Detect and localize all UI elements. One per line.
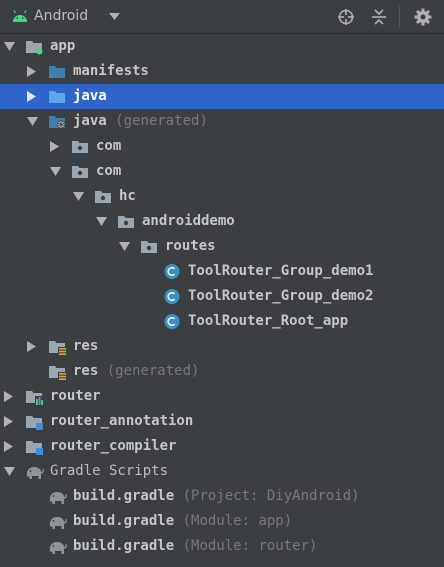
- tree-label-name: build.gradle: [73, 488, 175, 504]
- package-icon: [118, 216, 134, 228]
- tree-label-name: res: [73, 363, 99, 379]
- gradle-elephant-icon: [26, 467, 44, 479]
- tree-node-res[interactable]: res: [0, 334, 444, 359]
- tree-label-name: build.gradle: [73, 513, 175, 529]
- tree-label: router_annotation: [50, 413, 194, 429]
- tree-label: ToolRouter_Root_app: [188, 313, 349, 329]
- tree-node-manifests[interactable]: manifests: [0, 59, 444, 84]
- expanded-arrow-icon[interactable]: [4, 42, 15, 51]
- dropdown-caret-icon[interactable]: [109, 13, 120, 20]
- tree-label: build.gradle (Module: app): [73, 513, 292, 529]
- tree-label: com: [96, 163, 122, 179]
- tree-node-gradle-scripts[interactable]: Gradle Scripts: [0, 459, 444, 484]
- collapsed-arrow-icon[interactable]: [4, 391, 13, 402]
- tree-node-build-gradle[interactable]: build.gradle (Project: DiyAndroid): [0, 484, 444, 509]
- tree-label: java: [73, 88, 107, 104]
- tree-label: java (generated): [73, 113, 208, 129]
- expanded-arrow-icon[interactable]: [50, 167, 61, 176]
- gradle-elephant-icon: [49, 517, 67, 529]
- gradle-elephant-icon: [47, 563, 67, 567]
- tree-node-router-compiler[interactable]: router_compiler: [0, 434, 444, 459]
- collapsed-arrow-icon[interactable]: [4, 441, 13, 452]
- tree-node-java-generated[interactable]: java (generated): [0, 109, 444, 134]
- java-module-folder-icon: [26, 416, 43, 430]
- class-icon: [164, 288, 180, 305]
- tree-label-hint: (generated): [106, 363, 200, 379]
- resource-folder-icon: [49, 366, 66, 380]
- gradle-elephant-icon: [49, 542, 67, 554]
- tree-label: router: [50, 388, 101, 404]
- tree-label: com: [96, 138, 122, 154]
- tree-label: androiddemo: [142, 213, 235, 229]
- expanded-arrow-icon[interactable]: [96, 217, 107, 226]
- tree-label: build.gradle (Module: router): [73, 538, 317, 554]
- tree-label: build.gradle (Project: DiyAndroid): [73, 488, 360, 504]
- expanded-arrow-icon[interactable]: [27, 117, 38, 126]
- package-icon: [141, 241, 157, 253]
- resource-folder-icon: [49, 341, 66, 355]
- collapsed-arrow-icon[interactable]: [27, 66, 36, 77]
- tree-node-partial[interactable]: [0, 559, 444, 567]
- tree-node-build-gradle[interactable]: build.gradle (Module: app): [0, 509, 444, 534]
- generated-source-folder-icon: [49, 116, 66, 129]
- tree-label-hint: (Project: DiyAndroid): [182, 488, 360, 504]
- tree-label: ToolRouter_Group_demo1: [188, 263, 374, 279]
- tree-node-class[interactable]: ToolRouter_Root_app: [0, 309, 444, 334]
- tree-label-hint: (generated): [115, 113, 208, 129]
- settings-gear-icon[interactable]: [414, 8, 432, 26]
- collapsed-arrow-icon[interactable]: [27, 91, 36, 102]
- tree-label-hint: (Module: router): [182, 538, 318, 554]
- locate-icon[interactable]: [337, 8, 355, 26]
- view-mode-selector[interactable]: Android: [34, 8, 88, 24]
- tree-node-router[interactable]: router: [0, 384, 444, 409]
- java-module-folder-icon: [26, 441, 43, 455]
- project-view-toolbar: Android: [0, 0, 444, 34]
- tree-node-class[interactable]: ToolRouter_Group_demo1: [0, 259, 444, 284]
- collapsed-arrow-icon[interactable]: [4, 416, 13, 427]
- tree-label: res: [73, 338, 99, 354]
- tree-node-package-hc[interactable]: hc: [0, 184, 444, 209]
- tree-node-app[interactable]: app: [0, 34, 444, 59]
- tree-label: app: [50, 38, 76, 54]
- package-icon: [72, 141, 88, 153]
- tree-label: Gradle Scripts: [50, 463, 169, 479]
- collapsed-arrow-icon[interactable]: [27, 341, 36, 352]
- tree-node-res-generated[interactable]: res (generated): [0, 359, 444, 384]
- source-folder-icon: [49, 91, 65, 103]
- tree-node-package-com[interactable]: com: [0, 134, 444, 159]
- collapse-all-icon[interactable]: [370, 8, 388, 26]
- class-icon: [164, 313, 180, 330]
- tree-label: router_compiler: [50, 438, 177, 454]
- tree-label: res (generated): [73, 363, 199, 379]
- package-icon: [95, 191, 111, 203]
- library-module-folder-icon: [26, 391, 43, 405]
- package-icon: [72, 166, 88, 178]
- class-icon: [164, 263, 180, 280]
- tree-node-package-routes[interactable]: routes: [0, 234, 444, 259]
- module-folder-icon: [26, 41, 43, 55]
- tree-label: manifests: [73, 63, 149, 79]
- toolbar-separator: [399, 6, 400, 28]
- tree-label-hint: (Module: app): [182, 513, 293, 529]
- expanded-arrow-icon[interactable]: [4, 467, 15, 476]
- tree-node-package-com[interactable]: com: [0, 159, 444, 184]
- tree-node-build-gradle[interactable]: build.gradle (Module: router): [0, 534, 444, 559]
- tree-node-java[interactable]: java: [0, 84, 444, 109]
- android-icon: [13, 10, 27, 22]
- folder-icon: [49, 66, 65, 78]
- tree-node-class[interactable]: ToolRouter_Group_demo2: [0, 284, 444, 309]
- tree-node-router-annotation[interactable]: router_annotation: [0, 409, 444, 434]
- tree-label-name: java: [73, 113, 107, 129]
- tree-label: hc: [119, 188, 136, 204]
- tree-label-name: build.gradle: [73, 538, 175, 554]
- gradle-elephant-icon: [49, 492, 67, 504]
- tree-node-package-androiddemo[interactable]: androiddemo: [0, 209, 444, 234]
- collapsed-arrow-icon[interactable]: [50, 141, 59, 152]
- tree-label: ToolRouter_Group_demo2: [188, 288, 374, 304]
- tree-label: routes: [165, 238, 216, 254]
- expanded-arrow-icon[interactable]: [119, 242, 130, 251]
- expanded-arrow-icon[interactable]: [73, 192, 84, 201]
